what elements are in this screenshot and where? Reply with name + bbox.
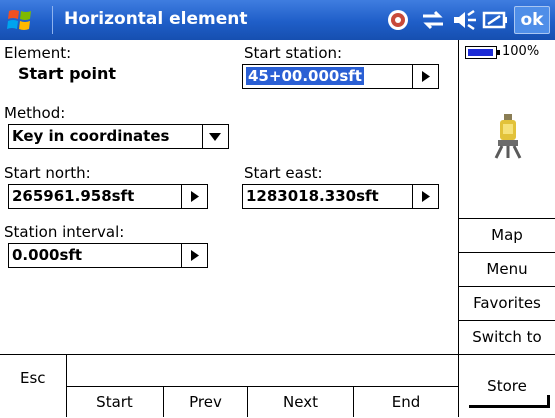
element-value: Start point (18, 64, 117, 83)
start-north-field[interactable]: 265961.958sft (8, 184, 208, 209)
windows-start-icon[interactable] (6, 7, 34, 33)
prev-button[interactable]: Prev (164, 387, 247, 417)
form-area: Element: Start point Start station: 45+0… (0, 40, 458, 354)
enter-indicator (469, 405, 549, 408)
instrument-icon (494, 114, 522, 159)
connectivity-icon[interactable] (420, 8, 446, 32)
ok-button[interactable]: ok (514, 6, 550, 34)
battery-percent: 100% (502, 44, 540, 59)
battery-status-icon[interactable] (482, 8, 508, 32)
store-label: Store (487, 377, 527, 395)
next-button[interactable]: Next (248, 387, 353, 417)
start-button[interactable]: Start (66, 387, 163, 417)
favorites-button[interactable]: Favorites (459, 286, 555, 320)
start-north-value: 265961.958sft (12, 187, 135, 205)
esc-button[interactable]: Esc (0, 355, 66, 417)
station-interval-label: Station interval: (4, 223, 125, 241)
map-button[interactable]: Map (459, 218, 555, 252)
start-east-options-button[interactable] (412, 185, 438, 208)
speaker-icon[interactable] (452, 8, 478, 32)
store-button[interactable]: Store (459, 355, 555, 417)
switch-to-button[interactable]: Switch to (459, 320, 555, 354)
arrow-right-icon (191, 191, 199, 202)
start-north-options-button[interactable] (181, 185, 207, 208)
menu-button[interactable]: Menu (459, 252, 555, 286)
window-title: Horizontal element (64, 9, 248, 29)
method-dropdown-button[interactable] (202, 125, 228, 148)
enter-indicator-hook (547, 395, 550, 408)
start-north-label: Start north: (4, 164, 91, 182)
navigation-buttons: Start Prev Next End (66, 386, 458, 417)
battery-icon (465, 46, 497, 59)
arrow-right-icon (422, 71, 430, 82)
sidebar: 100% Map Menu Favorites Switch to (459, 40, 555, 354)
start-station-field[interactable]: 45+00.000sft (242, 64, 439, 89)
battery-tip (497, 50, 500, 55)
start-station-value[interactable]: 45+00.000sft (246, 67, 364, 85)
station-interval-field[interactable]: 0.000sft (8, 243, 208, 268)
station-interval-options-button[interactable] (181, 244, 207, 267)
element-label: Element: (4, 44, 72, 62)
end-button[interactable]: End (354, 387, 458, 417)
title-separator (52, 6, 53, 34)
start-station-label: Start station: (244, 44, 343, 62)
method-value: Key in coordinates (12, 127, 170, 145)
method-label: Method: (4, 104, 66, 122)
start-east-label: Start east: (244, 164, 323, 182)
start-east-value: 1283018.330sft (246, 187, 379, 205)
gps-status-icon[interactable] (385, 8, 411, 32)
start-east-field[interactable]: 1283018.330sft (242, 184, 439, 209)
bottom-bar: Esc Start Prev Next End Store (0, 354, 555, 417)
method-dropdown[interactable]: Key in coordinates (8, 124, 229, 149)
arrow-right-icon (191, 250, 199, 261)
arrow-right-icon (422, 191, 430, 202)
title-bar: Horizontal element ok (0, 0, 555, 40)
station-interval-value: 0.000sft (12, 246, 83, 264)
chevron-down-icon (209, 133, 221, 141)
start-station-options-button[interactable] (412, 65, 438, 88)
